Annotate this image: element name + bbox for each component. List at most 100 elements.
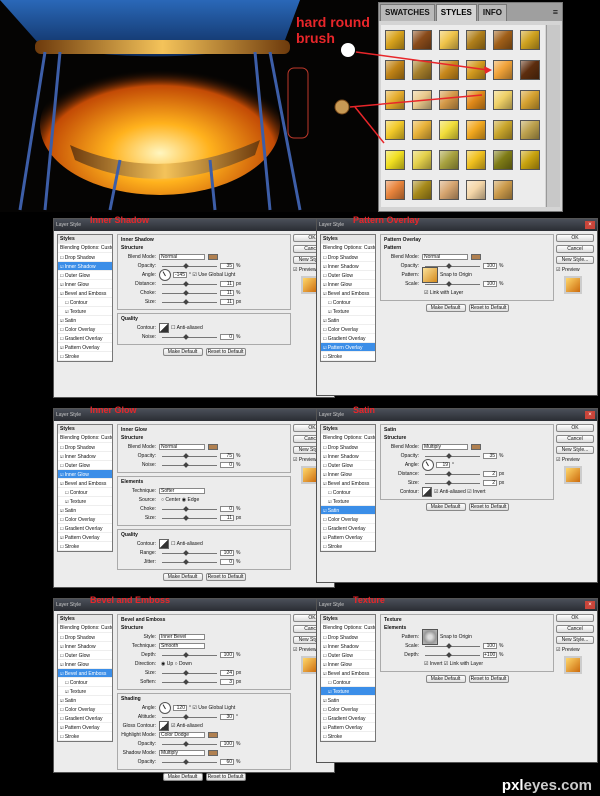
value-field[interactable]: 19: [436, 462, 450, 468]
style-item[interactable]: Texture: [58, 307, 112, 316]
style-item[interactable]: Color Overlay: [58, 705, 112, 714]
value-slider[interactable]: [162, 654, 217, 656]
value-field[interactable]: 11: [220, 515, 234, 521]
value-slider[interactable]: [425, 455, 480, 457]
value-field[interactable]: 3: [220, 679, 234, 685]
style-item[interactable]: Drop Shadow: [321, 443, 375, 452]
blending-options[interactable]: Blending Options: Custom: [58, 624, 112, 633]
style-item[interactable]: Stroke: [58, 352, 112, 361]
contour-picker[interactable]: [159, 721, 169, 731]
mode-select[interactable]: Normal: [422, 254, 468, 260]
style-item[interactable]: Satin: [58, 696, 112, 705]
style-item[interactable]: Outer Glow: [321, 651, 375, 660]
value-field[interactable]: 11: [220, 281, 234, 287]
value-slider[interactable]: [162, 336, 217, 338]
make-default-button[interactable]: Make Default: [162, 573, 203, 581]
style-item[interactable]: Stroke: [58, 542, 112, 551]
value-slider[interactable]: [162, 672, 217, 674]
style-item[interactable]: Drop Shadow: [58, 633, 112, 642]
value-field[interactable]: 100: [483, 263, 497, 269]
value-field[interactable]: 0: [220, 334, 234, 340]
angle-dial[interactable]: [422, 459, 434, 471]
make-default-button[interactable]: Make Default: [425, 304, 466, 312]
pattern-thumb[interactable]: [422, 629, 438, 645]
value-slider[interactable]: [162, 561, 217, 563]
value-slider[interactable]: [162, 265, 217, 267]
style-item[interactable]: Inner Glow: [58, 660, 112, 669]
style-item[interactable]: Contour: [58, 678, 112, 687]
pattern-thumb[interactable]: [422, 267, 438, 283]
mode-select[interactable]: Smooth: [159, 643, 205, 649]
cancel-button[interactable]: Cancel: [556, 625, 594, 633]
color-swatch[interactable]: [471, 444, 481, 450]
value-slider[interactable]: [425, 645, 480, 647]
value-field[interactable]: 120: [173, 705, 187, 711]
style-item[interactable]: Inner Glow: [58, 280, 112, 289]
style-item[interactable]: Drop Shadow: [58, 443, 112, 452]
style-item[interactable]: Contour: [321, 488, 375, 497]
value-field[interactable]: 100: [220, 652, 234, 658]
style-item[interactable]: Color Overlay: [321, 705, 375, 714]
contour-picker[interactable]: [422, 487, 432, 497]
value-field[interactable]: 24: [220, 670, 234, 676]
preview-checkbox[interactable]: ☑ Preview: [556, 647, 594, 653]
style-item[interactable]: Contour: [321, 678, 375, 687]
color-swatch[interactable]: [208, 750, 218, 756]
new-style-button[interactable]: New Style...: [556, 256, 594, 264]
style-item[interactable]: Contour: [321, 298, 375, 307]
value-field[interactable]: 35: [220, 263, 234, 269]
make-default-button[interactable]: Make Default: [425, 503, 466, 511]
styles-header[interactable]: Styles: [58, 235, 112, 244]
style-item[interactable]: Texture: [321, 497, 375, 506]
style-item[interactable]: Pattern Overlay: [321, 723, 375, 732]
mode-select[interactable]: Inner Bevel: [159, 634, 205, 640]
style-item[interactable]: Color Overlay: [58, 515, 112, 524]
close-icon[interactable]: ×: [585, 411, 595, 419]
make-default-button[interactable]: Make Default: [425, 675, 466, 683]
blending-options[interactable]: Blending Options: Custom: [321, 244, 375, 253]
blending-options[interactable]: Blending Options: Custom: [58, 434, 112, 443]
value-slider[interactable]: [162, 292, 217, 294]
value-slider[interactable]: [425, 654, 480, 656]
style-item[interactable]: Outer Glow: [58, 271, 112, 280]
style-item[interactable]: Pattern Overlay: [58, 723, 112, 732]
style-item[interactable]: Satin: [58, 316, 112, 325]
style-item[interactable]: Texture: [321, 687, 375, 696]
value-slider[interactable]: [425, 283, 480, 285]
style-item[interactable]: Gradient Overlay: [58, 524, 112, 533]
style-item[interactable]: Gradient Overlay: [321, 334, 375, 343]
mode-select[interactable]: Normal: [159, 444, 205, 450]
style-item[interactable]: Stroke: [321, 352, 375, 361]
mode-select[interactable]: Multiply: [422, 444, 468, 450]
style-item[interactable]: Gradient Overlay: [58, 334, 112, 343]
style-item[interactable]: Satin: [58, 506, 112, 515]
reset-default-button[interactable]: Reset to Default: [468, 304, 509, 312]
mode-select[interactable]: Multiply: [159, 750, 205, 756]
blending-options[interactable]: Blending Options: Custom: [58, 244, 112, 253]
mode-select[interactable]: Color Dodge: [159, 732, 205, 738]
value-field[interactable]: 0: [220, 462, 234, 468]
cancel-button[interactable]: Cancel: [556, 435, 594, 443]
value-field[interactable]: -145: [173, 272, 187, 278]
style-item[interactable]: Outer Glow: [321, 271, 375, 280]
style-item[interactable]: Inner Glow: [321, 280, 375, 289]
reset-default-button[interactable]: Reset to Default: [468, 675, 509, 683]
reset-default-button[interactable]: Reset to Default: [205, 573, 246, 581]
style-item[interactable]: Inner Shadow: [321, 262, 375, 271]
styles-header[interactable]: Styles: [58, 425, 112, 434]
style-item[interactable]: Texture: [58, 497, 112, 506]
value-slider[interactable]: [162, 464, 217, 466]
style-item[interactable]: Inner Glow: [321, 470, 375, 479]
reset-default-button[interactable]: Reset to Default: [205, 348, 246, 356]
value-field[interactable]: 2: [483, 480, 497, 486]
value-slider[interactable]: [162, 716, 217, 718]
preview-checkbox[interactable]: ☑ Preview: [556, 457, 594, 463]
angle-dial[interactable]: [159, 269, 171, 281]
style-item[interactable]: Inner Shadow: [58, 452, 112, 461]
style-item[interactable]: Pattern Overlay: [321, 533, 375, 542]
value-slider[interactable]: [425, 265, 480, 267]
ok-button[interactable]: OK: [556, 614, 594, 622]
make-default-button[interactable]: Make Default: [162, 773, 203, 781]
make-default-button[interactable]: Make Default: [162, 348, 203, 356]
blending-options[interactable]: Blending Options: Custom: [321, 624, 375, 633]
